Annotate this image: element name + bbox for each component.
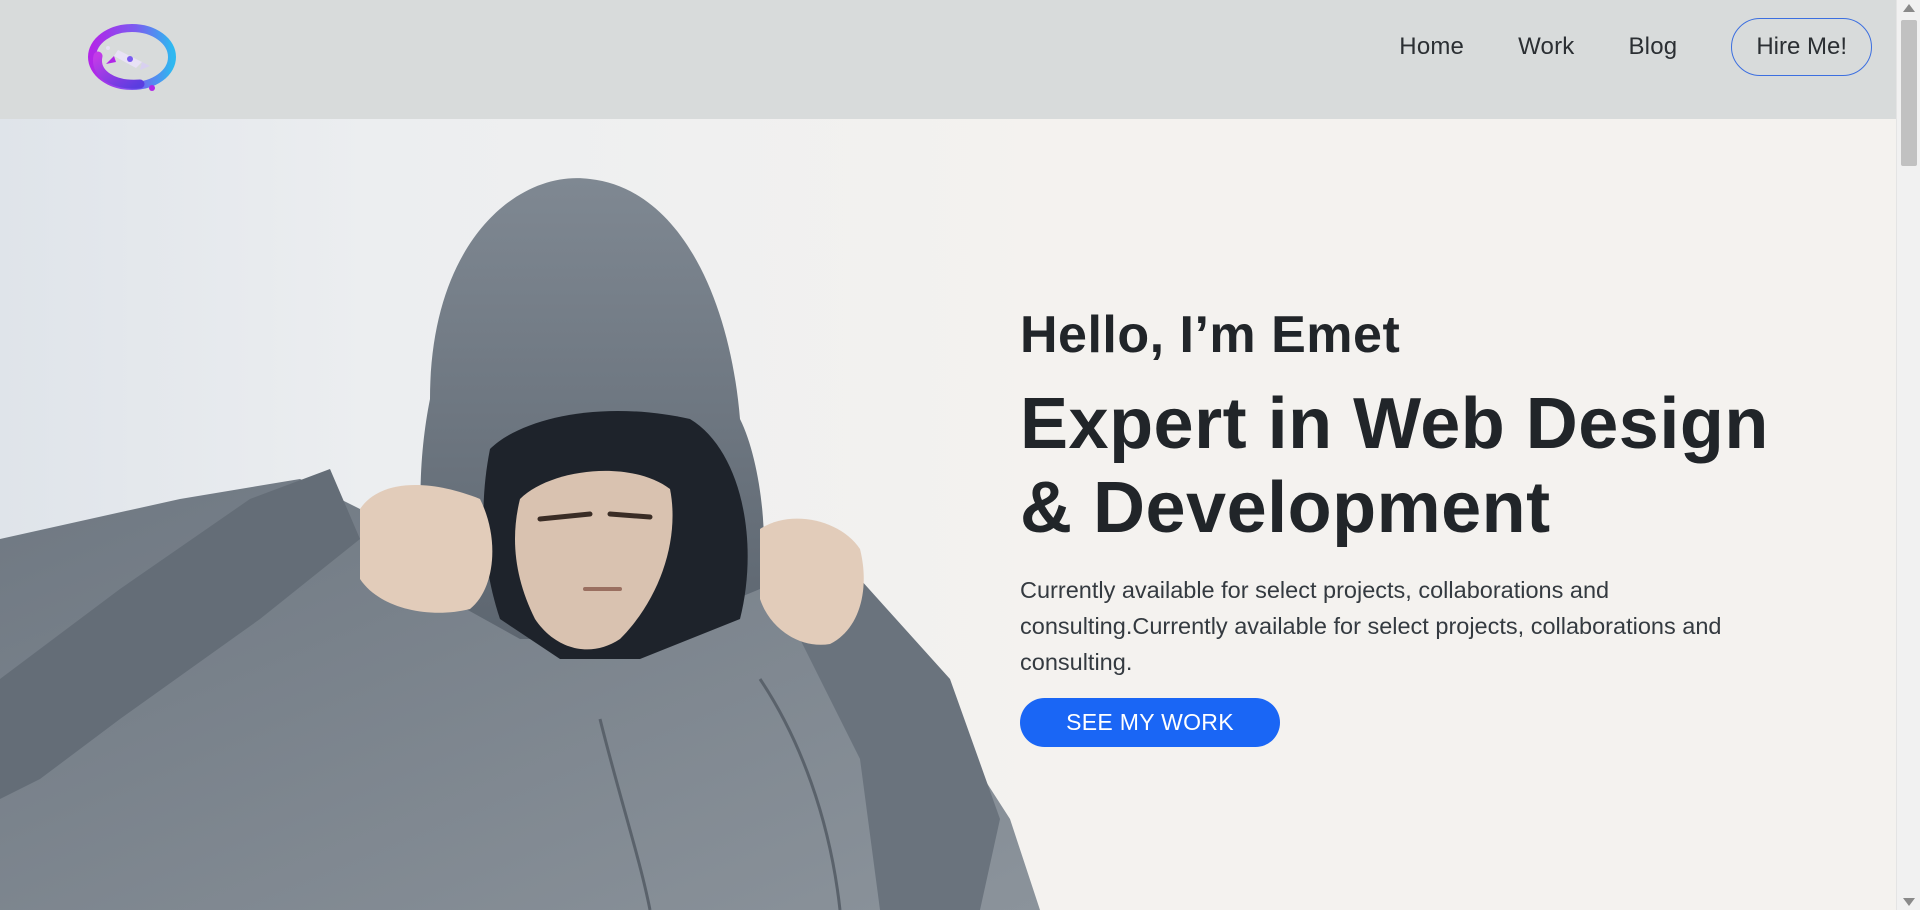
scroll-up-arrow-icon[interactable] — [1903, 4, 1915, 12]
rocket-logo-icon[interactable] — [84, 22, 180, 94]
nav-work-link[interactable]: Work — [1518, 33, 1574, 61]
hero-headline: Expert in Web Design & Development — [1020, 384, 1769, 548]
hero-content: Hello, I’m Emet Expert in Web Design & D… — [1020, 300, 1820, 747]
scroll-down-arrow-icon[interactable] — [1903, 898, 1915, 906]
see-my-work-button[interactable]: SEE MY WORK — [1020, 698, 1280, 747]
hire-me-button[interactable]: Hire Me! — [1731, 18, 1872, 76]
hero-greeting: Hello, I’m Emet — [1020, 306, 1401, 364]
site-header: Home Work Blog Hire Me! — [0, 0, 1896, 119]
main-nav: Home Work Blog Hire Me! — [1399, 18, 1872, 76]
scroll-thumb[interactable] — [1901, 20, 1917, 166]
page-scrollbar[interactable] — [1896, 0, 1920, 910]
hero-description: Currently available for select projects,… — [1020, 577, 1722, 675]
nav-home-link[interactable]: Home — [1399, 33, 1464, 61]
hero-hoodie-photo — [0, 119, 1060, 910]
nav-blog-link[interactable]: Blog — [1628, 33, 1677, 61]
